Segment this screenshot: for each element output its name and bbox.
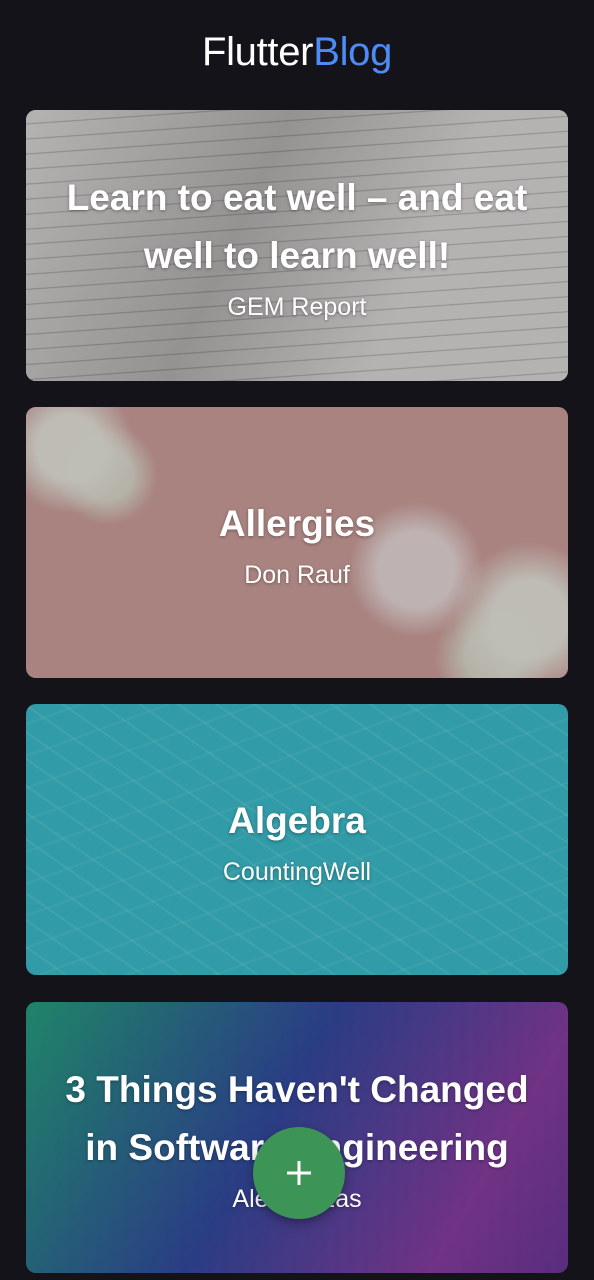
blog-card-author: CountingWell [222,858,372,886]
blog-card-author: Don Rauf [244,561,350,589]
blog-card[interactable]: Algebra CountingWell [26,704,568,975]
blog-card-title: Learn to eat well – and eat well to lear… [66,177,528,276]
blog-card-title: Algebra [228,800,366,841]
app-bar: FlutterBlog [0,0,594,104]
plus-icon [287,1161,311,1185]
app-title-blog: Blog [313,29,393,74]
blog-card-author: GEM Report [227,293,367,321]
blog-card-title: Allergies [218,503,376,544]
app-title-flutter: Flutter [201,29,314,74]
blog-card[interactable]: Learn to eat well – and eat well to lear… [26,110,568,381]
blog-card[interactable]: Allergies Don Rauf [26,407,568,678]
add-post-button[interactable] [253,1127,345,1219]
app-title: FlutterBlog [202,30,392,75]
